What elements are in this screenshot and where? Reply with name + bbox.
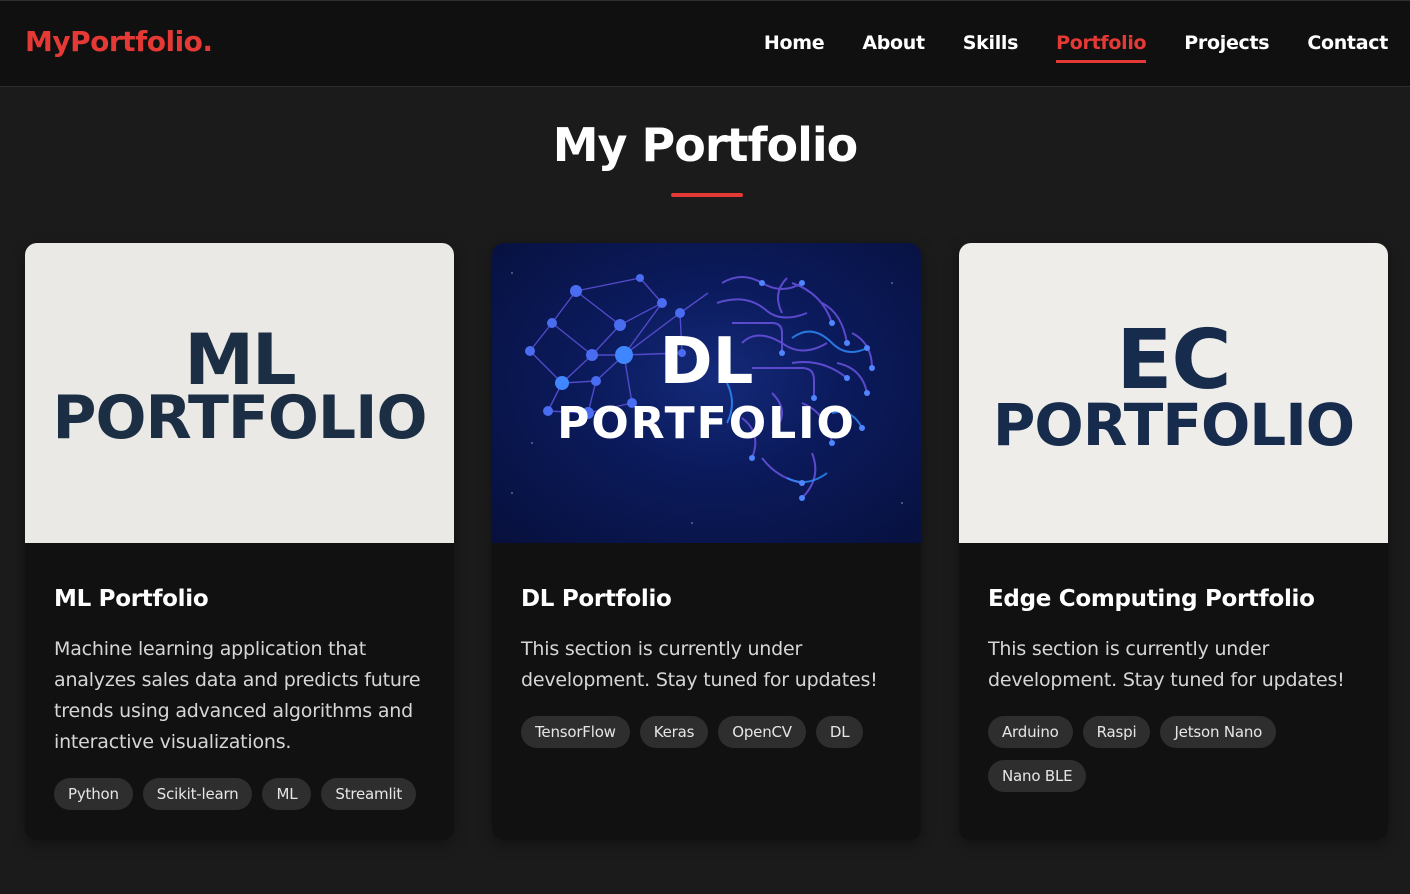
navbar: MyPortfolio. Home About Skills Portfolio… <box>0 0 1410 87</box>
card-title[interactable]: DL Portfolio <box>521 586 901 612</box>
nav-link-home[interactable]: Home <box>764 32 825 63</box>
tag-list: TensorFlow Keras OpenCV DL <box>521 716 901 748</box>
tag: Streamlit <box>321 778 417 810</box>
title-underline <box>671 193 743 197</box>
card-body: ML Portfolio Machine learning applicatio… <box>54 586 434 810</box>
tag: Scikit-learn <box>142 778 253 810</box>
nav-link-contact[interactable]: Contact <box>1307 32 1388 63</box>
nav-links: Home About Skills Portfolio Projects Con… <box>764 32 1388 63</box>
card-description: This section is currently under developm… <box>988 638 1345 691</box>
ec-cover-image: EC PORTFOLIO <box>959 243 1388 543</box>
logo-link[interactable]: MyPortfolio. <box>25 25 213 58</box>
tag: ML <box>262 778 312 810</box>
ml-cover-image: ML PORTFOLIO <box>25 243 454 543</box>
tag: Python <box>54 778 133 810</box>
nav-link-projects[interactable]: Projects <box>1184 32 1269 63</box>
card-title[interactable]: ML Portfolio <box>54 586 434 612</box>
tag: Keras <box>639 716 709 748</box>
tag: Nano BLE <box>988 760 1087 792</box>
tag: Jetson Nano <box>1160 716 1277 748</box>
card-title[interactable]: Edge Computing Portfolio <box>988 586 1368 612</box>
ec-cover-line2: PORTFOLIO <box>992 391 1355 459</box>
tag: OpenCV <box>718 716 806 748</box>
ml-cover-line2: PORTFOLIO <box>52 383 428 453</box>
tag-list: Python Scikit-learn ML Streamlit <box>54 778 434 810</box>
section-title: My Portfolio <box>552 118 859 172</box>
nav-link-about[interactable]: About <box>862 32 925 63</box>
tag: Raspi <box>1082 716 1151 748</box>
portfolio-card-dl[interactable]: DL PORTFOLIO DL Portfolio This section i… <box>492 243 921 840</box>
nav-link-skills[interactable]: Skills <box>963 32 1019 63</box>
tag: Arduino <box>988 716 1073 748</box>
card-description: This section is currently under developm… <box>521 638 878 691</box>
tag-list: Arduino Raspi Jetson Nano Nano BLE <box>988 716 1368 792</box>
dl-cover-line1: DL <box>659 325 754 399</box>
portfolio-card-ec[interactable]: EC PORTFOLIO Edge Computing Portfolio Th… <box>959 243 1388 840</box>
tag: DL <box>815 716 864 748</box>
tag: TensorFlow <box>521 716 630 748</box>
card-body: DL Portfolio This section is currently u… <box>521 586 901 748</box>
nav-link-portfolio[interactable]: Portfolio <box>1056 32 1147 63</box>
dl-cover-line2: PORTFOLIO <box>557 398 856 449</box>
card-description: Machine learning application that analyz… <box>54 638 421 753</box>
dl-cover-image: DL PORTFOLIO <box>492 243 921 543</box>
card-body: Edge Computing Portfolio This section is… <box>988 586 1368 792</box>
portfolio-card-ml[interactable]: ML PORTFOLIO ML Portfolio Machine learni… <box>25 243 454 840</box>
